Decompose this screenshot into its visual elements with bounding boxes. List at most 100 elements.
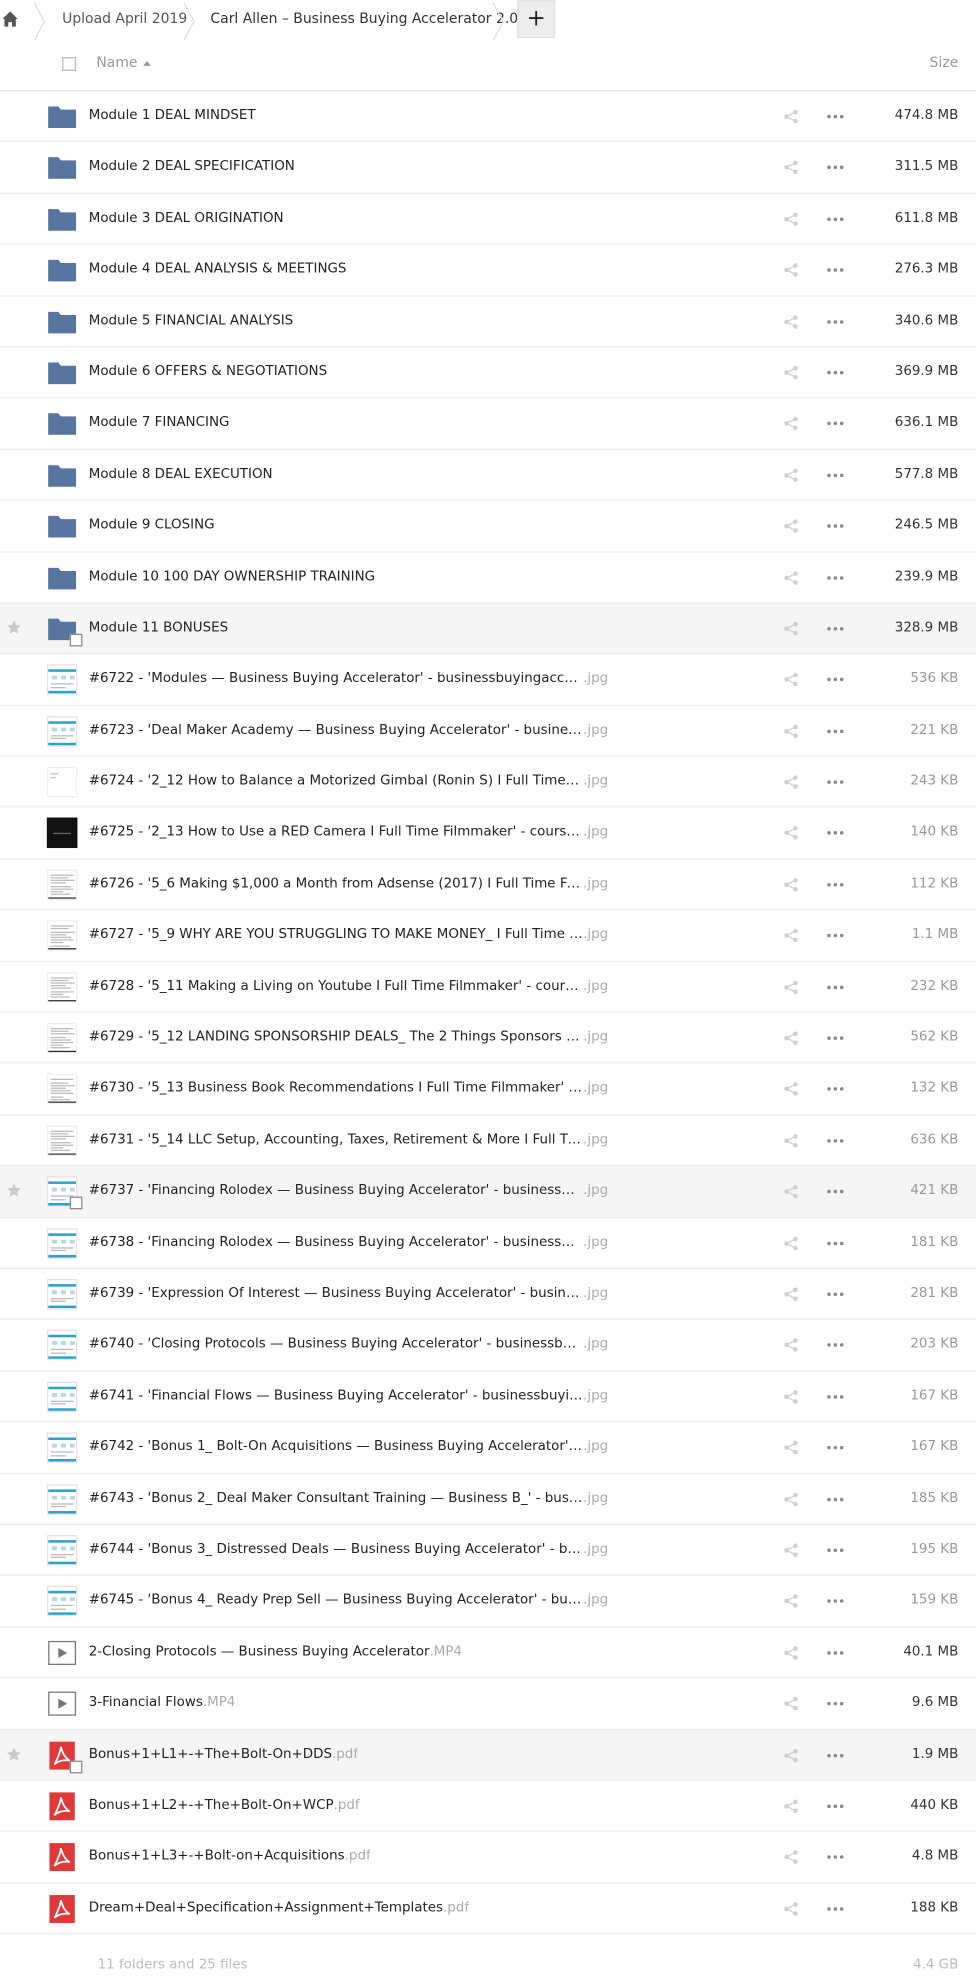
folder-row[interactable]: Module 9 CLOSING 246.5 MB (0, 501, 976, 553)
share-icon[interactable] (783, 160, 798, 175)
more-icon[interactable] (826, 263, 844, 278)
share-icon[interactable] (783, 1082, 798, 1097)
file-name[interactable]: #6726 - '5_6 Making $1,000 a Month from … (89, 876, 608, 891)
more-icon[interactable] (826, 314, 844, 329)
share-icon[interactable] (783, 1287, 798, 1302)
more-icon[interactable] (826, 979, 844, 994)
more-icon[interactable] (826, 467, 844, 482)
folder-row[interactable]: Module 6 OFFERS & NEGOTIATIONS 369.9 MB (0, 347, 976, 399)
more-icon[interactable] (826, 1850, 844, 1865)
file-name[interactable]: Bonus+1+L2+-+The+Bolt-On+WCP.pdf (89, 1797, 360, 1812)
more-icon[interactable] (826, 1645, 844, 1660)
more-icon[interactable] (826, 1031, 844, 1046)
more-icon[interactable] (826, 211, 844, 226)
share-icon[interactable] (783, 519, 798, 534)
file-row[interactable]: #6744 - 'Bonus 3_ Distressed Deals — Bus… (0, 1525, 976, 1577)
more-icon[interactable] (826, 1287, 844, 1302)
share-icon[interactable] (783, 826, 798, 841)
file-row[interactable]: #6740 - 'Closing Protocols — Business Bu… (0, 1320, 976, 1372)
file-name[interactable]: #6723 - 'Deal Maker Academy — Business B… (89, 722, 608, 737)
file-name[interactable]: Module 6 OFFERS & NEGOTIATIONS (89, 364, 327, 379)
file-name[interactable]: Module 11 BONUSES (89, 620, 228, 635)
more-icon[interactable] (826, 519, 844, 534)
file-row[interactable]: 3-Financial Flows.MP4 9.6 MB (0, 1678, 976, 1730)
file-name[interactable]: #6737 - 'Financing Rolodex — Business Bu… (89, 1183, 608, 1198)
more-icon[interactable] (826, 365, 844, 380)
file-name[interactable]: Module 9 CLOSING (89, 517, 215, 532)
more-icon[interactable] (826, 109, 844, 124)
file-row[interactable]: #6723 - 'Deal Maker Academy — Business B… (0, 706, 976, 757)
file-name[interactable]: Module 10 100 DAY OWNERSHIP TRAINING (89, 569, 375, 584)
more-icon[interactable] (826, 1082, 844, 1097)
file-row[interactable]: #6728 - '5_11 Making a Living on Youtube… (0, 962, 976, 1013)
share-icon[interactable] (783, 1235, 798, 1250)
more-icon[interactable] (826, 1440, 844, 1455)
share-icon[interactable] (783, 1133, 798, 1148)
file-row[interactable]: #6742 - 'Bonus 1_ Bolt-On Acquisitions —… (0, 1422, 976, 1474)
more-icon[interactable] (826, 1543, 844, 1558)
file-row[interactable]: #6726 - '5_6 Making $1,000 a Month from … (0, 859, 976, 911)
file-name[interactable]: Module 1 DEAL MINDSET (89, 108, 256, 123)
more-icon[interactable] (826, 1184, 844, 1199)
share-icon[interactable] (783, 365, 798, 380)
file-name[interactable]: 3-Financial Flows.MP4 (89, 1695, 236, 1710)
file-name[interactable]: #6724 - '2_12 How to Balance a Motorized… (89, 773, 608, 788)
share-icon[interactable] (783, 1543, 798, 1558)
folder-row[interactable]: Module 3 DEAL ORIGINATION 611.8 MB (0, 194, 976, 245)
star-icon[interactable] (6, 620, 21, 635)
share-icon[interactable] (783, 621, 798, 636)
more-icon[interactable] (826, 1235, 844, 1250)
share-icon[interactable] (783, 1850, 798, 1865)
share-icon[interactable] (783, 775, 798, 790)
more-icon[interactable] (826, 1696, 844, 1711)
select-all-checkbox[interactable] (62, 57, 77, 71)
file-name[interactable]: Bonus+1+L3+-+Bolt-on+Acquisitions.pdf (89, 1849, 371, 1864)
row-checkbox[interactable] (69, 633, 83, 647)
file-name[interactable]: #6729 - '5_12 LANDING SPONSORSHIP DEALS_… (89, 1029, 608, 1044)
file-name[interactable]: #6743 - 'Bonus 2_ Deal Maker Consultant … (89, 1490, 608, 1505)
file-name[interactable]: #6722 - 'Modules — Business Buying Accel… (89, 671, 608, 686)
more-icon[interactable] (826, 160, 844, 175)
more-icon[interactable] (826, 570, 844, 585)
share-icon[interactable] (783, 928, 798, 943)
folder-row[interactable]: Module 8 DEAL EXECUTION 577.8 MB (0, 450, 976, 501)
file-name[interactable]: #6725 - '2_13 How to Use a RED Camera I … (89, 825, 608, 840)
file-name[interactable]: #6738 - 'Financing Rolodex — Business Bu… (89, 1234, 608, 1249)
more-icon[interactable] (826, 723, 844, 738)
share-icon[interactable] (783, 467, 798, 482)
file-name[interactable]: Module 3 DEAL ORIGINATION (89, 210, 284, 225)
file-row[interactable]: #6743 - 'Bonus 2_ Deal Maker Consultant … (0, 1474, 976, 1525)
folder-row[interactable]: Module 7 FINANCING 636.1 MB (0, 398, 976, 450)
more-icon[interactable] (826, 1133, 844, 1148)
share-icon[interactable] (783, 416, 798, 431)
more-icon[interactable] (826, 416, 844, 431)
file-row[interactable]: Dream+Deal+Specification+Assignment+Temp… (0, 1883, 976, 1935)
folder-row[interactable]: Module 10 100 DAY OWNERSHIP TRAINING 239.… (0, 552, 976, 604)
file-name[interactable]: Bonus+1+L1+-+The+Bolt-On+DDS.pdf (89, 1746, 358, 1761)
file-name[interactable]: Module 8 DEAL EXECUTION (89, 466, 273, 481)
new-button[interactable]: + (517, 0, 556, 39)
share-icon[interactable] (783, 1440, 798, 1455)
file-row[interactable]: Bonus+1+L3+-+Bolt-on+Acquisitions.pdf 4.8… (0, 1832, 976, 1884)
share-icon[interactable] (783, 1696, 798, 1711)
share-icon[interactable] (783, 1184, 798, 1199)
file-row[interactable]: #6738 - 'Financing Rolodex — Business Bu… (0, 1218, 976, 1269)
share-icon[interactable] (783, 1338, 798, 1353)
more-icon[interactable] (826, 1389, 844, 1404)
file-row[interactable]: Bonus+1+L1+-+The+Bolt-On+DDS.pdf 1.9 MB (0, 1729, 976, 1781)
name-column-header[interactable]: Name (96, 55, 137, 71)
file-name[interactable]: #6730 - '5_13 Business Book Recommendati… (89, 1081, 608, 1096)
share-icon[interactable] (783, 314, 798, 329)
more-icon[interactable] (826, 826, 844, 841)
folder-row[interactable]: Module 11 BONUSES 328.9 MB (0, 603, 976, 655)
file-row[interactable]: #6731 - '5_14 LLC Setup, Accounting, Tax… (0, 1115, 976, 1167)
file-row[interactable]: #6739 - 'Expression Of Interest — Busine… (0, 1269, 976, 1321)
more-icon[interactable] (826, 672, 844, 687)
more-icon[interactable] (826, 775, 844, 790)
file-row[interactable]: #6724 - '2_12 How to Balance a Motorized… (0, 757, 976, 809)
share-icon[interactable] (783, 877, 798, 892)
file-name[interactable]: Module 4 DEAL ANALYSIS & MEETINGS (89, 261, 347, 276)
share-icon[interactable] (783, 723, 798, 738)
sort-ascending-icon[interactable] (143, 60, 151, 66)
file-row[interactable]: #6727 - '5_9 WHY ARE YOU STRUGGLING TO M… (0, 910, 976, 962)
